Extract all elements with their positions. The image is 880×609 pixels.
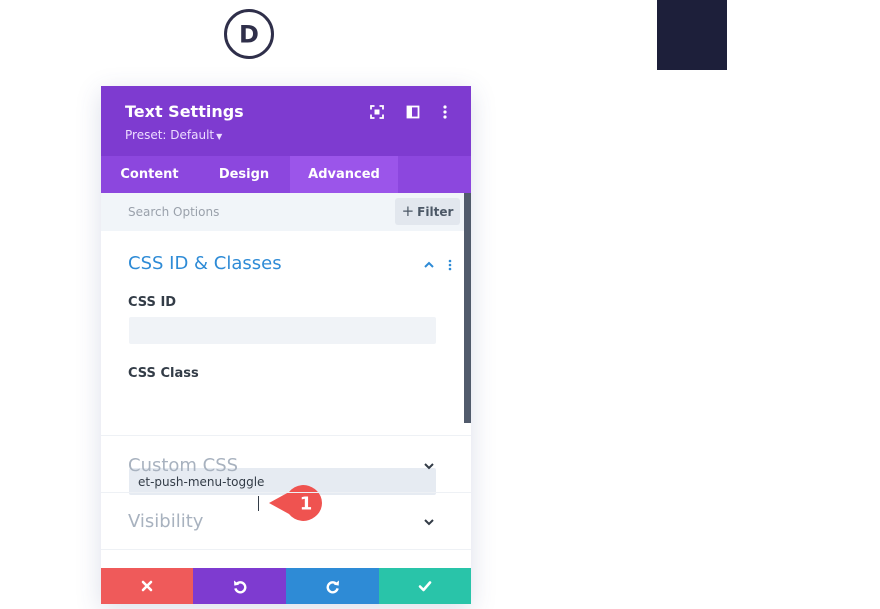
more-options-icon[interactable] [437, 104, 453, 120]
tab-content[interactable]: Content [101, 156, 198, 193]
filter-label: Filter [417, 205, 454, 219]
undo-icon [233, 580, 246, 594]
undo-button[interactable] [193, 568, 286, 604]
step-marker-badge: 1 [269, 485, 322, 521]
section-divider [101, 549, 471, 550]
search-bar: +Filter [101, 193, 471, 231]
caret-down-icon: ▼ [216, 132, 223, 141]
section-options-icon[interactable] [444, 259, 456, 271]
dark-background-block [657, 0, 727, 70]
css-id-label: CSS ID [128, 295, 177, 310]
check-icon [418, 581, 432, 592]
plus-icon: + [401, 202, 415, 220]
text-cursor [258, 496, 259, 511]
fullscreen-icon[interactable] [369, 104, 385, 120]
panel-title: Text Settings [125, 102, 244, 121]
tab-design[interactable]: Design [198, 156, 290, 193]
text-settings-panel: Text Settings Preset: Default ▼ Content D… [101, 86, 471, 604]
redo-button[interactable] [286, 568, 379, 604]
settings-content: +Filter CSS ID & Classes CSS ID CSS Clas… [101, 193, 471, 568]
redo-icon [326, 580, 339, 594]
section-title-custom-css[interactable]: Custom CSS [128, 455, 238, 476]
panel-footer [101, 568, 471, 604]
section-divider [101, 435, 471, 436]
scrollbar[interactable] [464, 193, 471, 423]
close-icon [141, 580, 153, 592]
logo-letter: D [239, 21, 259, 49]
settings-tabs: Content Design Advanced [101, 156, 471, 193]
section-divider [101, 492, 471, 493]
save-button[interactable] [379, 568, 471, 604]
step-marker-number: 1 [300, 494, 313, 515]
panel-header[interactable]: Text Settings Preset: Default ▼ [101, 86, 471, 156]
preset-selector[interactable]: Preset: Default ▼ [125, 128, 222, 142]
css-id-input[interactable] [129, 317, 436, 344]
filter-button[interactable]: + Filter [395, 198, 460, 225]
cancel-button[interactable] [101, 568, 193, 604]
chevron-down-icon[interactable] [423, 460, 435, 472]
chevron-up-icon[interactable] [423, 259, 435, 271]
css-class-label: CSS Class [128, 366, 199, 381]
section-title-visibility[interactable]: Visibility [128, 511, 203, 532]
section-title-css-id-classes[interactable]: CSS ID & Classes [128, 253, 282, 274]
search-options-input[interactable] [115, 198, 375, 226]
sidebar-layout-icon[interactable] [405, 104, 421, 120]
chevron-down-icon[interactable] [423, 516, 435, 528]
preset-label: Preset: Default [125, 128, 215, 142]
divi-logo-icon: D [224, 9, 274, 59]
tab-advanced[interactable]: Advanced [290, 156, 398, 193]
